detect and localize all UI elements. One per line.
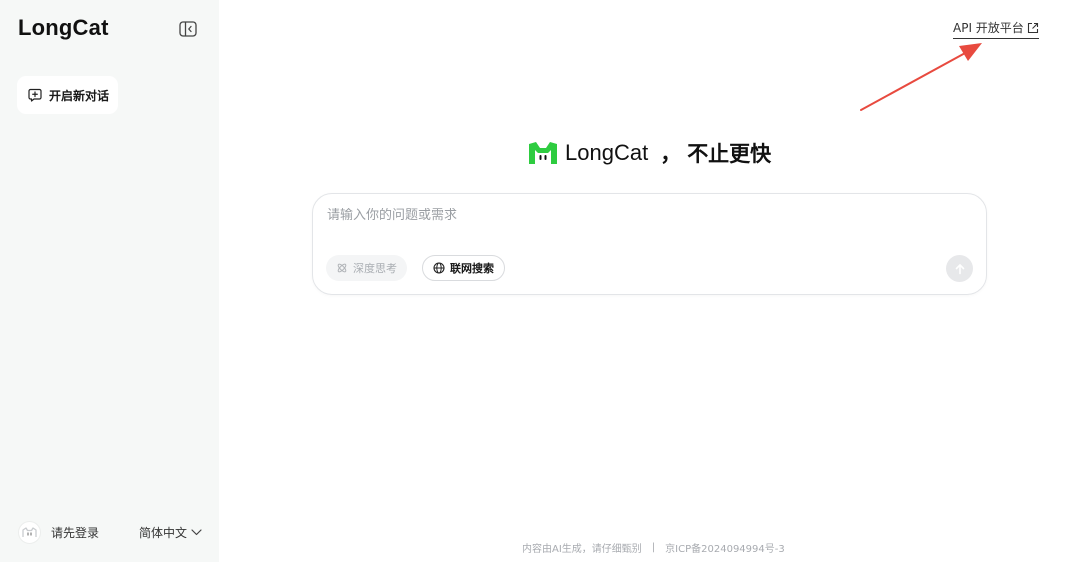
footer-icp-link[interactable]: 京ICP备2024094994号-3 bbox=[665, 540, 785, 555]
send-button[interactable] bbox=[946, 255, 973, 282]
annotation-arrow-icon bbox=[860, 43, 982, 111]
arrow-up-icon bbox=[955, 263, 964, 274]
web-search-toggle[interactable]: 联网搜索 bbox=[422, 255, 505, 281]
api-platform-link[interactable]: API 开放平台 bbox=[953, 19, 1039, 39]
sidebar-collapse-button[interactable] bbox=[178, 20, 198, 38]
login-label: 请先登录 bbox=[51, 526, 100, 540]
new-chat-button[interactable]: 开启新对话 bbox=[17, 76, 118, 114]
atom-icon bbox=[337, 263, 347, 273]
external-link-icon bbox=[1027, 22, 1038, 33]
hero-title: LongCat ， 不止更快 bbox=[527, 138, 771, 168]
api-platform-label: API 开放平台 bbox=[953, 21, 1024, 35]
new-chat-icon bbox=[28, 88, 42, 102]
footer-disclaimer: 内容由AI生成，请仔细甄别 bbox=[522, 544, 642, 555]
language-selector[interactable]: 简体中文 bbox=[139, 524, 202, 541]
deep-think-toggle[interactable]: 深度思考 bbox=[326, 255, 407, 281]
language-label: 简体中文 bbox=[139, 526, 188, 540]
web-search-label: 联网搜索 bbox=[450, 262, 494, 275]
longcat-logo-icon bbox=[529, 142, 557, 164]
cat-avatar-icon bbox=[22, 527, 37, 537]
footer-divider: | bbox=[651, 542, 656, 553]
hero-brand: LongCat bbox=[565, 140, 649, 165]
avatar bbox=[18, 521, 41, 544]
prompt-input[interactable] bbox=[327, 208, 927, 223]
footer: 内容由AI生成，请仔细甄别 | 京ICP备2024094994号-3 bbox=[522, 540, 785, 555]
deep-think-label: 深度思考 bbox=[353, 262, 397, 275]
sidebar-collapse-icon bbox=[179, 21, 197, 37]
chevron-down-icon bbox=[191, 529, 202, 536]
login-button[interactable]: 请先登录 bbox=[18, 521, 99, 544]
brand-logo-text[interactable]: LongCat bbox=[18, 15, 109, 41]
sidebar: LongCat 开启新对话 请先登录 简体中文 bbox=[0, 0, 219, 562]
hero-separator: ， bbox=[660, 142, 682, 166]
new-chat-label: 开启新对话 bbox=[49, 88, 110, 103]
composer: 深度思考 联网搜索 bbox=[312, 193, 987, 295]
globe-icon bbox=[433, 262, 445, 274]
hero-tagline: 不止更快 bbox=[687, 142, 772, 166]
